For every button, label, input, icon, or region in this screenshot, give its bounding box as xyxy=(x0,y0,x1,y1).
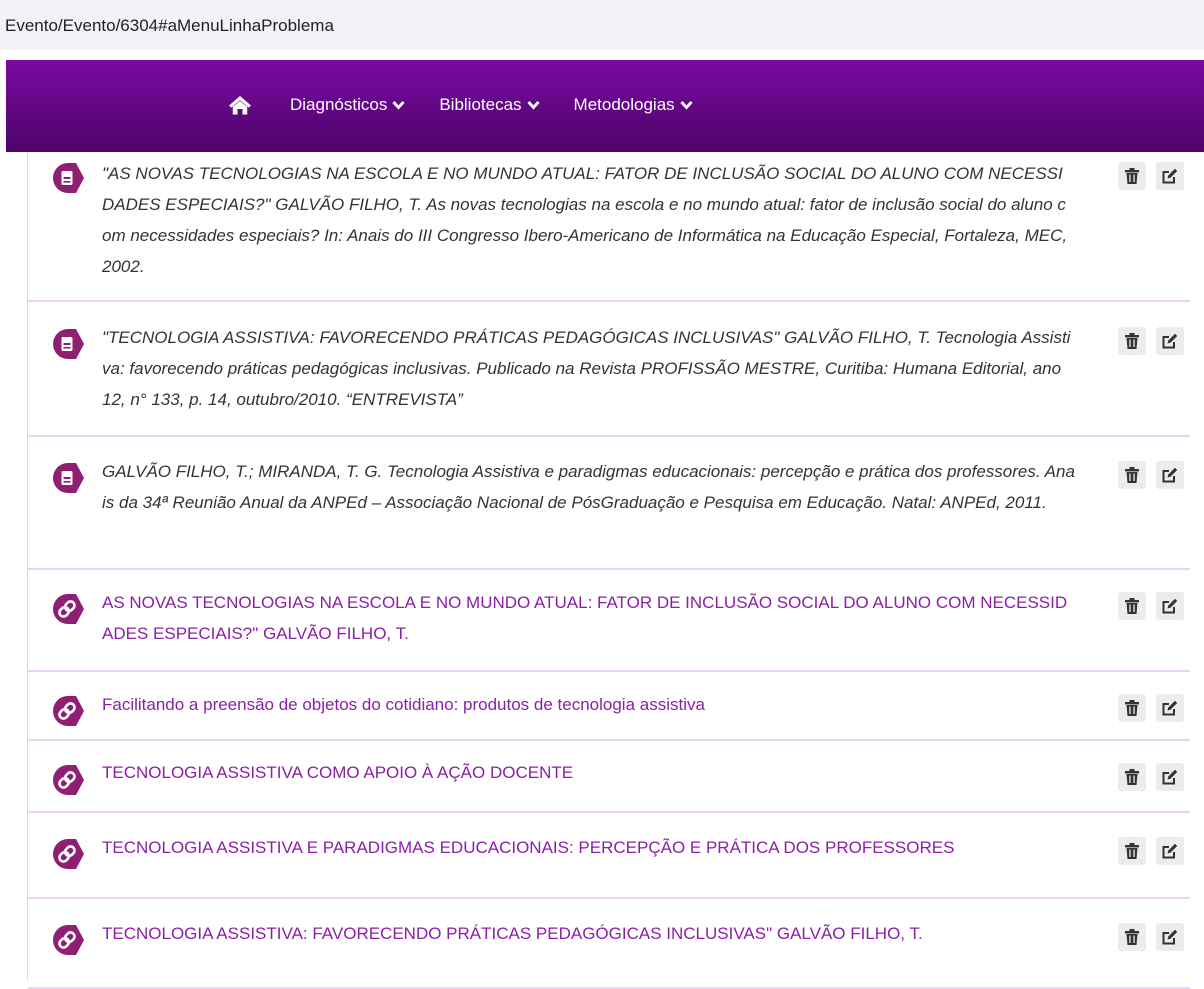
chevron-down-icon xyxy=(392,95,405,115)
nav-diagnosticos[interactable]: Diagnósticos xyxy=(290,95,405,115)
reference-item: TECNOLOGIA ASSISTIVA E PARADIGMAS EDUCAC… xyxy=(28,813,1190,899)
book-icon xyxy=(52,329,84,359)
trash-icon xyxy=(1125,333,1139,349)
edit-button[interactable] xyxy=(1156,923,1184,951)
nav-bibliotecas[interactable]: Bibliotecas xyxy=(439,95,540,115)
nav-diagnosticos-label: Diagnósticos xyxy=(290,95,388,114)
edit-button[interactable] xyxy=(1156,327,1184,355)
delete-button[interactable] xyxy=(1118,923,1146,951)
delete-button[interactable] xyxy=(1118,763,1146,791)
delete-button[interactable] xyxy=(1118,461,1146,489)
trash-icon xyxy=(1125,769,1139,785)
reference-link[interactable]: AS NOVAS TECNOLOGIAS NA ESCOLA E NO MUND… xyxy=(102,587,1075,649)
reference-text: "AS NOVAS TECNOLOGIAS NA ESCOLA E NO MUN… xyxy=(102,164,1068,276)
edit-button[interactable] xyxy=(1156,162,1184,190)
home-icon[interactable] xyxy=(228,93,252,117)
reference-link[interactable]: Facilitando a preensão de objetos do cot… xyxy=(102,689,1075,720)
edit-icon xyxy=(1162,843,1178,859)
reference-item: "TECNOLOGIA ASSISTIVA: FAVORECENDO PRÁTI… xyxy=(28,302,1190,437)
reference-text: "TECNOLOGIA ASSISTIVA: FAVORECENDO PRÁTI… xyxy=(102,328,1071,409)
item-actions xyxy=(1118,763,1184,791)
reference-list: "AS NOVAS TECNOLOGIAS NA ESCOLA E NO MUN… xyxy=(27,152,1190,989)
edit-icon xyxy=(1162,333,1178,349)
reference-item: AS NOVAS TECNOLOGIAS NA ESCOLA E NO MUND… xyxy=(28,570,1190,672)
nav-metodologias-label: Metodologias xyxy=(573,95,675,114)
edit-button[interactable] xyxy=(1156,837,1184,865)
delete-button[interactable] xyxy=(1118,837,1146,865)
nav-bibliotecas-label: Bibliotecas xyxy=(439,95,522,114)
link-icon xyxy=(52,925,84,955)
delete-button[interactable] xyxy=(1118,694,1146,722)
item-actions xyxy=(1118,923,1184,951)
chevron-down-icon xyxy=(527,95,540,115)
item-actions xyxy=(1118,327,1184,355)
chevron-down-icon xyxy=(680,95,693,115)
item-actions xyxy=(1118,461,1184,489)
edit-button[interactable] xyxy=(1156,763,1184,791)
edit-button[interactable] xyxy=(1156,694,1184,722)
reference-link[interactable]: TECNOLOGIA ASSISTIVA E PARADIGMAS EDUCAC… xyxy=(102,832,1075,863)
trash-icon xyxy=(1125,168,1139,184)
address-bar-url: Evento/Evento/6304#aMenuLinhaProblema xyxy=(5,16,334,35)
trash-icon xyxy=(1125,929,1139,945)
link-icon xyxy=(52,594,84,624)
edit-icon xyxy=(1162,168,1178,184)
trash-icon xyxy=(1125,598,1139,614)
edit-icon xyxy=(1162,929,1178,945)
reference-link[interactable]: TECNOLOGIA ASSISTIVA: FAVORECENDO PRÁTIC… xyxy=(102,918,1075,949)
link-icon xyxy=(52,696,84,726)
reference-item: Facilitando a preensão de objetos do cot… xyxy=(28,672,1190,741)
reference-item: TECNOLOGIA ASSISTIVA COMO APOIO À AÇÃO D… xyxy=(28,741,1190,813)
reference-item: "AS NOVAS TECNOLOGIAS NA ESCOLA E NO MUN… xyxy=(28,152,1190,302)
item-actions xyxy=(1118,694,1184,722)
link-icon xyxy=(52,839,84,869)
top-navbar: Diagnósticos Bibliotecas Metodologias xyxy=(6,60,1204,152)
edit-icon xyxy=(1162,467,1178,483)
nav-menu: Diagnósticos Bibliotecas Metodologias xyxy=(228,93,727,117)
reference-link[interactable]: TECNOLOGIA ASSISTIVA COMO APOIO À AÇÃO D… xyxy=(102,757,1075,788)
reference-item: GALVÃO FILHO, T.; MIRANDA, T. G. Tecnolo… xyxy=(28,437,1190,570)
reference-text: GALVÃO FILHO, T.; MIRANDA, T. G. Tecnolo… xyxy=(102,462,1075,512)
address-bar[interactable]: Evento/Evento/6304#aMenuLinhaProblema xyxy=(0,0,1204,50)
edit-icon xyxy=(1162,598,1178,614)
item-actions xyxy=(1118,162,1184,190)
delete-button[interactable] xyxy=(1118,592,1146,620)
book-icon xyxy=(52,163,84,193)
item-actions xyxy=(1118,837,1184,865)
edit-icon xyxy=(1162,700,1178,716)
edit-icon xyxy=(1162,769,1178,785)
link-icon xyxy=(52,765,84,795)
trash-icon xyxy=(1125,843,1139,859)
item-actions xyxy=(1118,592,1184,620)
trash-icon xyxy=(1125,700,1139,716)
delete-button[interactable] xyxy=(1118,162,1146,190)
trash-icon xyxy=(1125,467,1139,483)
edit-button[interactable] xyxy=(1156,461,1184,489)
book-icon xyxy=(52,463,84,493)
edit-button[interactable] xyxy=(1156,592,1184,620)
delete-button[interactable] xyxy=(1118,327,1146,355)
reference-item: TECNOLOGIA ASSISTIVA: FAVORECENDO PRÁTIC… xyxy=(28,899,1190,989)
nav-metodologias[interactable]: Metodologias xyxy=(574,95,693,115)
